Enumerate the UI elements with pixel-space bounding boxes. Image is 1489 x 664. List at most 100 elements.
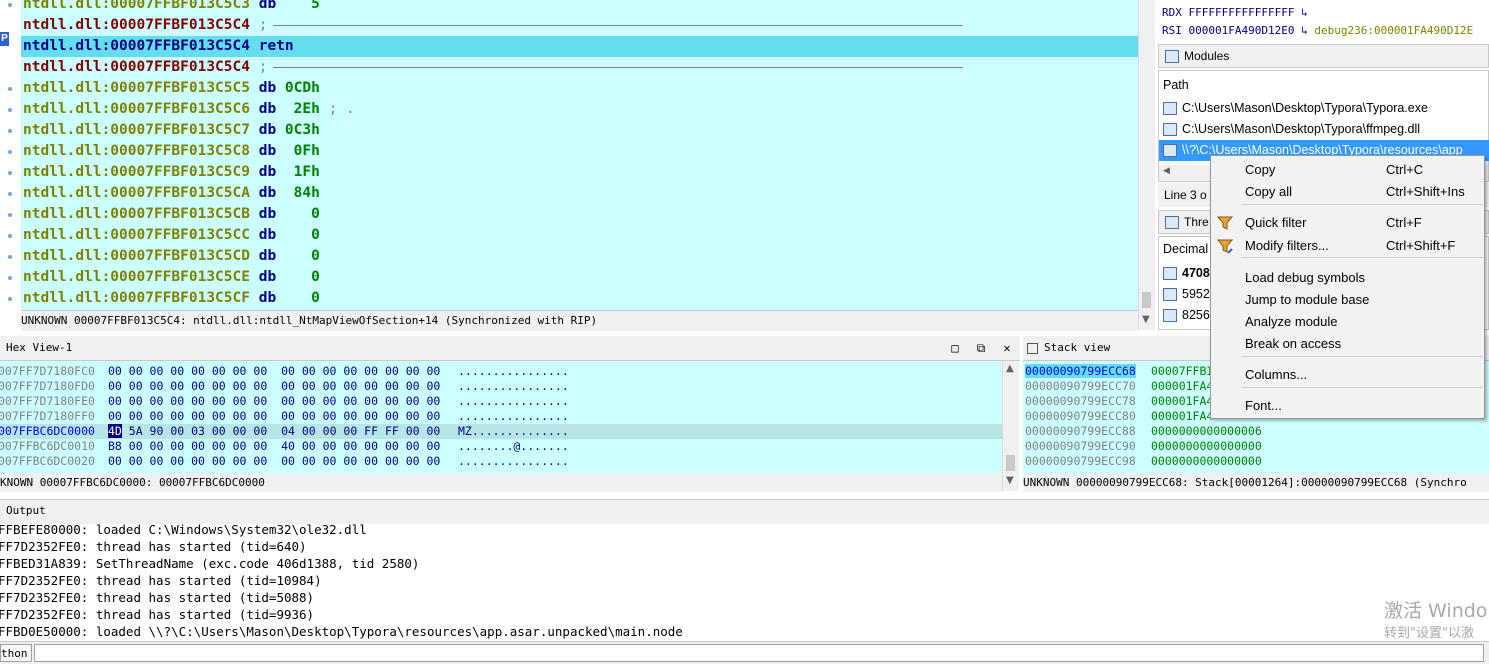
disassembly-gutter[interactable] xyxy=(0,0,21,310)
disasm-address[interactable]: ntdll.dll:00007FFBF013C5CF xyxy=(23,290,250,306)
disasm-operand[interactable]: 0 xyxy=(285,206,320,222)
thread-id[interactable]: 5952 xyxy=(1182,287,1210,301)
stack-value[interactable]: 0000000000000006 xyxy=(1151,424,1262,439)
disasm-line[interactable]: ntdll.dll:00007FFBF013C5C9 db 1Fh xyxy=(23,162,320,183)
restore-icon[interactable]: ⧉ xyxy=(974,341,988,355)
disasm-address[interactable]: ntdll.dll:00007FFBF013C5C3 xyxy=(23,0,250,12)
command-input[interactable] xyxy=(34,644,1484,662)
disasm-line[interactable]: ntdll.dll:00007FFBF013C5CC db 0 xyxy=(23,225,320,246)
disasm-operand[interactable]: 1Fh xyxy=(285,164,320,180)
hex-bytes[interactable]: B8 00 00 00 00 00 00 00 40 00 00 00 00 0… xyxy=(108,439,440,454)
scroll-down-arrow-icon[interactable]: ▼ xyxy=(1006,475,1014,486)
disasm-address[interactable]: ntdll.dll:00007FFBF013C5C4 xyxy=(23,17,250,33)
breakpoint-dot-icon[interactable] xyxy=(8,108,12,112)
menu-item-modify-filters[interactable]: Modify filters... Ctrl+Shift+F xyxy=(1211,235,1484,257)
disasm-address[interactable]: ntdll.dll:00007FFBF013C5C4 xyxy=(23,59,250,75)
hex-ascii[interactable]: ................ xyxy=(458,364,569,379)
menu-item-columns[interactable]: Columns... xyxy=(1211,364,1484,386)
register-value[interactable]: 000001FA490D12E0 xyxy=(1189,24,1295,37)
breakpoint-dot-icon[interactable] xyxy=(8,213,12,217)
disasm-operand[interactable]: 0 xyxy=(285,290,320,306)
scroll-left-arrow-icon[interactable]: ◀ xyxy=(1163,166,1170,176)
breakpoint-dot-icon[interactable] xyxy=(8,87,12,91)
disasm-line[interactable]: ntdll.dll:00007FFBF013C5CE db 0 xyxy=(23,267,320,288)
disasm-address[interactable]: ntdll.dll:00007FFBF013C5C8 xyxy=(23,143,250,159)
threads-column-header[interactable]: Decimal xyxy=(1163,239,1208,260)
breakpoint-dot-icon[interactable] xyxy=(8,297,12,301)
hex-row[interactable]: 007FF7D7180FE0 00 00 00 00 00 00 00 00 00… xyxy=(0,394,1002,409)
disasm-operand[interactable]: 0Fh xyxy=(285,143,320,159)
stack-row[interactable]: 00000090799ECC98 0000000000000000 xyxy=(1025,454,1485,469)
register-row[interactable]: RDX FFFFFFFFFFFFFFFF ↳ xyxy=(1162,4,1308,22)
hex-bytes[interactable]: 4D 5A 90 00 03 00 00 00 04 00 00 00 FF F… xyxy=(108,424,440,439)
stack-row[interactable]: 00000090799ECC90 0000000000000000 xyxy=(1025,439,1485,454)
disasm-operand[interactable]: 0 xyxy=(285,227,320,243)
disasm-operand[interactable]: 0 xyxy=(285,269,320,285)
modules-column-header[interactable]: Path xyxy=(1163,75,1189,96)
disassembly-scrollbar[interactable]: ▼ xyxy=(1138,0,1155,330)
breakpoint-dot-icon[interactable] xyxy=(8,171,12,175)
thread-id[interactable]: 8256 xyxy=(1182,308,1210,322)
disasm-line[interactable]: ntdll.dll:00007FFBF013C5C4 ; xyxy=(23,15,964,36)
disasm-line[interactable]: ntdll.dll:00007FFBF013C5C6 db 2Eh ; . xyxy=(23,99,355,120)
hex-ascii[interactable]: ........@....... xyxy=(458,439,569,454)
menu-item-jump-to-module-base[interactable]: Jump to module base xyxy=(1211,289,1484,311)
disasm-line[interactable]: ntdll.dll:00007FFBF013C5C3 db 5 xyxy=(23,0,320,15)
disasm-line[interactable]: ntdll.dll:00007FFBF013C5CA db 84h xyxy=(23,183,320,204)
hex-row[interactable]: 007FFBC6DC0000 4D 5A 90 00 03 00 00 00 04… xyxy=(0,424,1002,439)
breakpoint-dot-icon[interactable] xyxy=(8,3,12,7)
hex-view-scrollbar[interactable]: ▲ ▼ xyxy=(1002,361,1019,491)
menu-item-copy-all[interactable]: Copy all Ctrl+Shift+Ins xyxy=(1211,181,1484,203)
disasm-line[interactable]: ntdll.dll:00007FFBF013C5C8 db 0Fh xyxy=(23,141,320,162)
disasm-line[interactable]: ntdll.dll:00007FFBF013C5CF db 0 xyxy=(23,288,320,309)
breakpoint-dot-icon[interactable] xyxy=(8,150,12,154)
breakpoint-dot-icon[interactable] xyxy=(8,192,12,196)
hex-ascii[interactable]: ................ xyxy=(458,379,569,394)
breakpoint-dot-icon[interactable] xyxy=(8,234,12,238)
module-path[interactable]: C:\Users\Mason\Desktop\Typora\ffmpeg.dll xyxy=(1182,122,1420,136)
hex-row[interactable]: 007FF7D7180FC0 00 00 00 00 00 00 00 00 00… xyxy=(0,364,1002,379)
disasm-address[interactable]: ntdll.dll:00007FFBF013C5CC xyxy=(23,227,250,243)
module-row[interactable]: C:\Users\Mason\Desktop\Typora\ffmpeg.dll xyxy=(1163,119,1420,140)
thread-row[interactable]: 5952 xyxy=(1163,284,1210,305)
command-language-button[interactable]: thon xyxy=(0,644,32,662)
stack-row[interactable]: 00000090799ECC88 0000000000000006 xyxy=(1025,424,1485,439)
menu-item-analyze-module[interactable]: Analyze module xyxy=(1211,311,1484,333)
hex-ascii[interactable]: ................ xyxy=(458,394,569,409)
hex-row[interactable]: 007FFBC6DC0010 B8 00 00 00 00 00 00 00 40… xyxy=(0,439,1002,454)
hex-cursor-byte[interactable]: 4D xyxy=(108,424,122,438)
hex-ascii[interactable]: MZ.............. xyxy=(458,424,569,439)
stack-value[interactable]: 000001FA4 xyxy=(1151,379,1213,394)
disasm-operand[interactable]: 0C3h xyxy=(285,122,320,138)
disasm-address[interactable]: ntdll.dll:00007FFBF013C5C9 xyxy=(23,164,250,180)
hex-bytes[interactable]: 00 00 00 00 00 00 00 00 00 00 00 00 00 0… xyxy=(108,409,440,424)
disasm-address[interactable]: ntdll.dll:00007FFBF013C5C5 xyxy=(23,80,250,96)
scroll-down-arrow-icon[interactable]: ▼ xyxy=(1142,314,1150,325)
jump-arrow-icon[interactable]: ↳ xyxy=(1301,24,1308,37)
menu-item-copy[interactable]: Copy Ctrl+C xyxy=(1211,159,1484,181)
disasm-address[interactable]: ntdll.dll:00007FFBF013C5CB xyxy=(23,206,250,222)
menu-item-quick-filter[interactable]: Quick filter Ctrl+F xyxy=(1211,212,1484,234)
hex-bytes[interactable]: 00 00 00 00 00 00 00 00 00 00 00 00 00 0… xyxy=(108,364,440,379)
disasm-line[interactable]: ntdll.dll:00007FFBF013C5C7 db 0C3h xyxy=(23,120,320,141)
hex-view-body[interactable]: 007FF7D7180FC0 00 00 00 00 00 00 00 00 00… xyxy=(0,361,1002,473)
breakpoint-dot-icon[interactable] xyxy=(8,276,12,280)
stack-value[interactable]: 000001FA4 xyxy=(1151,394,1213,409)
disasm-line[interactable]: ntdll.dll:00007FFBF013C5C5 db 0CDh xyxy=(23,78,320,99)
menu-item-font[interactable]: Font... xyxy=(1211,395,1484,417)
scroll-up-arrow-icon[interactable]: ▲ xyxy=(1006,363,1014,374)
register-pointer-target[interactable]: debug236:000001FA490D12E xyxy=(1314,24,1473,37)
disasm-operand[interactable]: 2Eh xyxy=(285,101,320,117)
disasm-address[interactable]: ntdll.dll:00007FFBF013C5CE xyxy=(23,269,250,285)
breakpoint-dot-icon[interactable] xyxy=(8,129,12,133)
hex-ascii[interactable]: ................ xyxy=(458,409,569,424)
stack-value[interactable]: 0000000000000000 xyxy=(1151,439,1262,454)
hex-bytes[interactable]: 00 00 00 00 00 00 00 00 00 00 00 00 00 0… xyxy=(108,379,440,394)
hex-row[interactable]: 007FF7D7180FF0 00 00 00 00 00 00 00 00 00… xyxy=(0,409,1002,424)
disasm-address[interactable]: ntdll.dll:00007FFBF013C5C4 xyxy=(23,38,250,54)
disassembly-listing[interactable]: ntdll.dll:00007FFBF013C5C3 db 5 ntdll.dll… xyxy=(21,0,1138,310)
disasm-address[interactable]: ntdll.dll:00007FFBF013C5CA xyxy=(23,185,250,201)
menu-item-load-debug-symbols[interactable]: Load debug symbols xyxy=(1211,267,1484,289)
close-icon[interactable]: ✕ xyxy=(1000,341,1014,355)
register-row[interactable]: RSI 000001FA490D12E0 ↳ debug236:000001FA… xyxy=(1162,22,1473,40)
